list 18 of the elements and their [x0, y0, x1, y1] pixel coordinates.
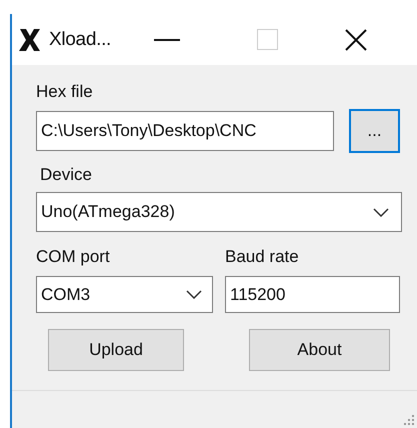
dialog-button[interactable]: About [249, 329, 390, 371]
device-dropdown[interactable]: Uno(ATmega328) [36, 192, 402, 232]
field-label: Hex file [36, 81, 94, 103]
app-logo-icon [19, 28, 41, 52]
hex-file-field[interactable]: C:\Users\Tony\Desktop\CNC [36, 111, 334, 151]
baud-rate-field[interactable]: 115200 [225, 276, 400, 313]
dialog-button[interactable]: Upload [48, 329, 184, 371]
minimize-icon[interactable] [154, 38, 180, 42]
field-label: COM port [36, 246, 111, 268]
com-port-dropdown[interactable]: COM3 [36, 276, 213, 313]
field-label: Baud rate [225, 246, 299, 268]
chevron-down-icon [186, 290, 202, 299]
browse-button[interactable]: ... [349, 109, 400, 153]
window-title: Xload... [49, 28, 112, 50]
field-label: Device [40, 164, 93, 186]
chevron-down-icon [373, 208, 389, 216]
resize-grip-icon[interactable] [403, 414, 415, 426]
close-icon[interactable] [345, 28, 368, 50]
